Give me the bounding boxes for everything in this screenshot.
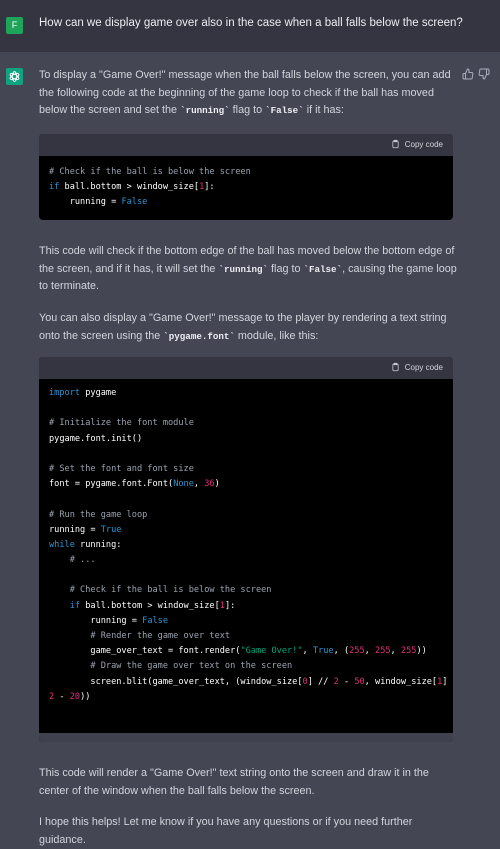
code-line: import pygame [49,388,117,398]
thumbs-down-icon[interactable] [478,68,490,80]
clipboard-icon [392,139,399,149]
code-line: # ... [49,555,96,566]
explain-paragraph: This code will check if the bottom edge … [39,245,457,292]
user-message: F How can we display game over also in t… [0,0,500,52]
code-line: while running: [49,539,122,550]
code-content-1: # Check if the ball is below the screen i… [39,156,453,211]
code-header: Copy code [39,357,453,379]
clipboard-icon [392,362,399,372]
copy-code-button[interactable]: Copy code [391,139,443,149]
code-line: 2 - 20)) [49,691,91,702]
code-line: # Check if the ball is below the screen [49,167,251,177]
code-line: # Initialize the font module [49,418,194,429]
code-line: running = False [49,615,169,626]
code-block-2: Copy code import pygame # Initialize the … [39,357,453,742]
thumbs-up-icon[interactable] [462,68,474,80]
code-line: # Draw the game over text on the screen [49,661,293,672]
code-header: Copy code [39,134,453,156]
code-line: # Run the game loop [49,509,148,520]
code-line: game_over_text = font.render("Game Over!… [49,646,427,657]
outro-paragraph: This code will render a "Game Over!" tex… [39,767,429,797]
horizontal-scrollbar[interactable] [39,733,453,742]
code-line: # Render the game over text [49,631,231,641]
intro-paragraph: To display a "Game Over!" message when t… [39,69,451,116]
code-line: # Set the font and font size [49,463,194,474]
assistant-message: To display a "Game Over!" message when t… [0,52,500,847]
code-line: running = False [49,197,148,208]
user-question: How can we display game over also in the… [39,17,463,29]
code-line: # Check if the ball is below the screen [49,585,272,596]
also-paragraph: You can also display a "Game Over!" mess… [39,312,447,342]
closing-paragraph: I hope this helps! Let me know if you ha… [39,816,413,846]
code-line: screen.blit(game_over_text, (window_size… [49,676,453,687]
code-content-2: import pygame # Initialize the font modul… [39,379,453,705]
code-line: running = True [49,524,122,535]
user-avatar: F [6,17,23,34]
code-line: if ball.bottom > window_size[1]: [69,600,236,611]
code-block-1: Copy code # Check if the ball is below t… [39,134,453,220]
chatgpt-logo-icon [6,68,23,85]
code-line: pygame.font.init() [49,433,143,444]
code-line: font = pygame.font.Font(None, 36) [49,479,220,490]
copy-code-button[interactable]: Copy code [391,362,443,372]
code-line: if ball.bottom > window_size[1]: [49,182,215,193]
